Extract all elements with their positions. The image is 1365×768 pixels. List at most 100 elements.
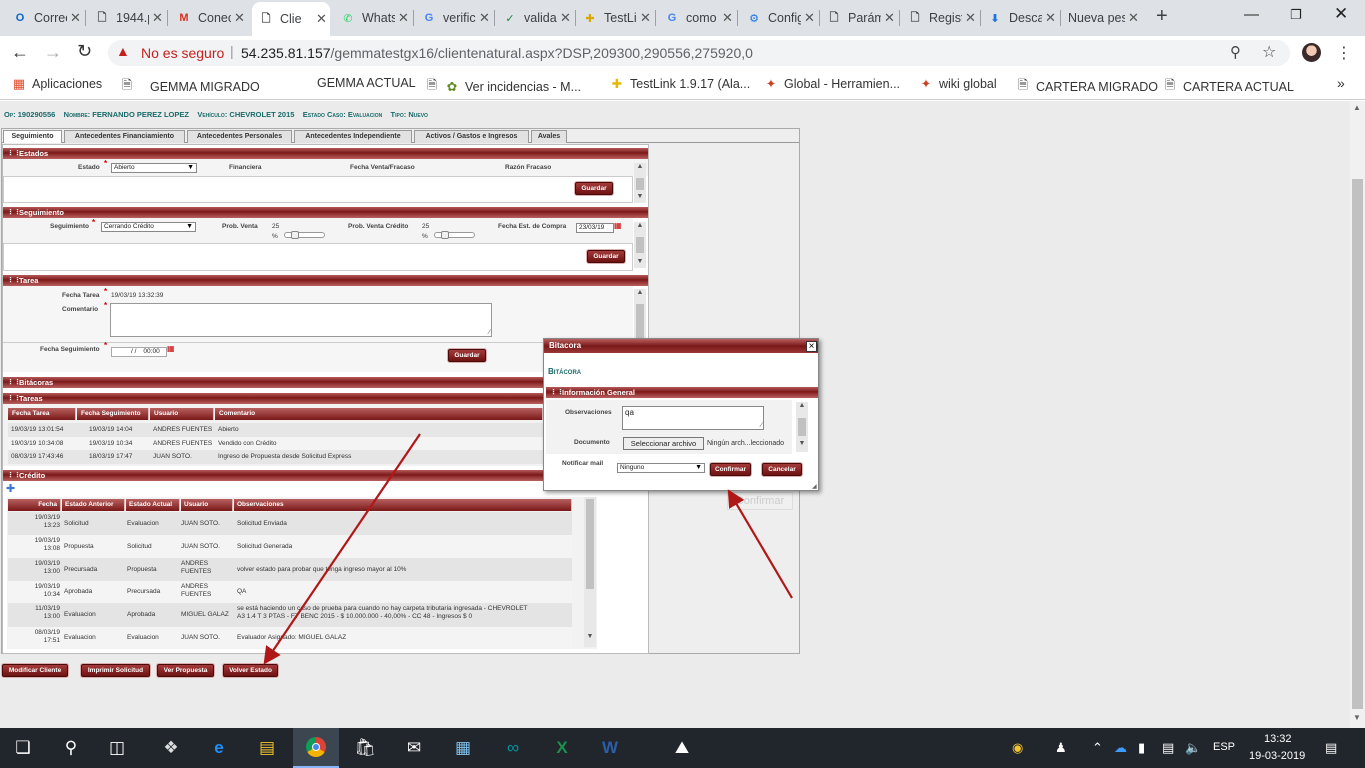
warning-icon[interactable]: ▲: [116, 43, 130, 59]
tab-close-icon[interactable]: ✕: [965, 10, 979, 26]
browser-tab[interactable]: ✆ WhatsA✕: [334, 4, 412, 32]
browser-tab[interactable]: 🗋 Paráme✕: [820, 4, 898, 32]
scroll-down-icon[interactable]: ▼: [1353, 713, 1361, 722]
maximize-icon[interactable]: ❐: [1290, 7, 1302, 23]
tab-close-icon[interactable]: ✕: [560, 10, 574, 26]
gmail-icon: M: [179, 12, 189, 24]
tab-close-icon[interactable]: ✕: [722, 10, 736, 26]
notepad-icon[interactable]: ▦: [440, 728, 486, 768]
browser-tab[interactable]: 🗋 1944.pc✕: [88, 4, 166, 32]
page-scrollbar[interactable]: ▲ ▼: [1350, 101, 1365, 728]
windows-taskbar: ❏ ⚲ ◫ ❖ e ▤ 🛍 ✉ ▦ ∞ X W ⛰ ◉ ♟ ⌃ ☁ ▮ ▤ 🔈 …: [0, 728, 1365, 768]
bookmark-label: CARTERA ACTUAL: [1183, 79, 1294, 94]
gear-icon: ⚙: [749, 12, 759, 25]
photos-icon[interactable]: ⛰: [659, 728, 705, 768]
tab-close-icon[interactable]: ✕: [1045, 10, 1059, 26]
tab-close-icon[interactable]: ✕: [479, 10, 493, 26]
tab-separator: [737, 10, 738, 26]
tab-close-icon[interactable]: ✕: [640, 10, 654, 26]
arduino-icon[interactable]: ∞: [490, 728, 536, 768]
security-label[interactable]: No es seguro: [141, 45, 224, 61]
browser-tab-strip: OCorreo✕🗋1944.pc✕MConecte✕🗋Clie✕✆WhatsA✕…: [0, 0, 1365, 36]
omnibox[interactable]: ▲ No es seguro | 54.235.81.157/gemmatest…: [108, 40, 1290, 66]
bookmarks-bar: ▦ Aplicaciones 🗎 GEMMA MIGRADO GEMMA ACTUA…: [0, 70, 1365, 100]
browser-tab[interactable]: ✚ TestLink✕: [576, 4, 654, 32]
notifications-icon[interactable]: ▤: [1325, 740, 1337, 756]
tray-chevron-icon[interactable]: ⌃: [1092, 740, 1103, 756]
store-icon[interactable]: 🛍: [342, 728, 388, 768]
url-path: /gemmatestgx16/clientenatural.aspx?DSP,2…: [330, 45, 753, 61]
bookmark-testlink[interactable]: ✚ TestLink 1.9.17 (Ala...: [610, 76, 751, 92]
browser-tab[interactable]: Nueva pesta✕: [1062, 4, 1142, 32]
bookmark-label: wiki global: [939, 76, 997, 91]
url-text[interactable]: 54.235.81.157/gemmatestgx16/clientenatur…: [241, 45, 753, 61]
word-icon[interactable]: W: [587, 728, 633, 768]
tab-close-icon[interactable]: ✕: [398, 10, 412, 26]
bookmark-cartera-actual[interactable]: 🗎 CARTERA ACTUAL: [1163, 76, 1294, 97]
people-icon[interactable]: ♟: [1055, 740, 1067, 756]
tab-title: Conecte: [198, 11, 231, 25]
reload-icon[interactable]: ↻: [77, 41, 92, 62]
clock-time[interactable]: 13:32: [1264, 733, 1292, 745]
browser-tab[interactable]: ✓ validaru✕: [496, 4, 574, 32]
bookmark-gemma-actual[interactable]: GEMMA ACTUAL: [296, 76, 416, 90]
windows-start-icon[interactable]: ❏: [0, 728, 46, 768]
tab-close-icon[interactable]: ✕: [152, 10, 166, 26]
task-view-icon[interactable]: ◫: [94, 728, 140, 768]
browser-tab[interactable]: M Conecte✕: [170, 4, 248, 32]
page-icon: 🗎: [426, 78, 438, 92]
page-icon: 🗋: [910, 11, 920, 24]
bookmark-apps[interactable]: ▦ Aplicaciones: [12, 76, 102, 92]
browser-tab[interactable]: O Correo✕: [6, 4, 84, 32]
bookmark-label: GEMMA MIGRADO: [150, 79, 260, 94]
language-indicator[interactable]: ESP: [1213, 741, 1235, 753]
tab-close-icon[interactable]: ✕: [234, 10, 248, 26]
bookmark-gemma-migrado[interactable]: 🗎 GEMMA MIGRADO: [120, 76, 260, 97]
zoom-icon[interactable]: ⚲: [1230, 43, 1241, 61]
tab-close-icon[interactable]: ✕: [884, 10, 898, 26]
forward-icon[interactable]: →: [44, 42, 62, 63]
bookmark-global[interactable]: ✦ Global - Herramien...: [764, 76, 900, 92]
bookmarks-overflow[interactable]: »: [1337, 75, 1345, 91]
url-host: 54.235.81.157: [241, 45, 331, 61]
minimize-icon[interactable]: —: [1244, 6, 1259, 23]
browser-tab[interactable]: Gcomo a✕: [658, 4, 736, 32]
tab-separator: [899, 10, 900, 26]
tab-close-icon[interactable]: ✕: [804, 10, 818, 26]
browser-tab[interactable]: Gverificar✕: [415, 4, 493, 32]
tab-title: WhatsA: [362, 11, 395, 25]
profile-avatar[interactable]: [1302, 43, 1321, 62]
browser-tab[interactable]: ⬇ Descarg✕: [981, 4, 1059, 32]
dropbox-icon[interactable]: ❖: [148, 728, 194, 768]
bookmark-ver-incidencias[interactable]: 🗎 ✿ Ver incidencias - M...: [425, 76, 581, 97]
scroll-thumb[interactable]: [1352, 179, 1363, 709]
battery-icon[interactable]: ▮: [1138, 740, 1145, 756]
mail-icon[interactable]: ✉: [391, 728, 437, 768]
browser-tab[interactable]: ⚙ Configu✕: [740, 4, 818, 32]
scroll-up-icon[interactable]: ▲: [1353, 103, 1361, 112]
help-icon[interactable]: ◉: [1012, 740, 1023, 756]
bookmark-cartera-migrado[interactable]: 🗎 CARTERA MIGRADO: [1016, 76, 1158, 97]
clock-date[interactable]: 19-03-2019: [1249, 750, 1305, 762]
file-explorer-icon[interactable]: ▤: [244, 728, 290, 768]
bookmark-wiki-global[interactable]: ✦ wiki global: [919, 76, 997, 92]
tab-separator: [655, 10, 656, 26]
chrome-icon[interactable]: [293, 728, 339, 768]
new-tab-button[interactable]: +: [1156, 5, 1168, 28]
menu-icon[interactable]: ⋮: [1336, 43, 1352, 63]
search-icon[interactable]: ⚲: [48, 728, 94, 768]
tab-close-icon[interactable]: ✕: [1128, 10, 1142, 26]
browser-tab[interactable]: 🗋 Clie ✕: [252, 2, 330, 36]
onedrive-icon[interactable]: ☁: [1114, 740, 1127, 756]
edge-icon[interactable]: e: [196, 728, 242, 768]
tab-close-icon[interactable]: ✕: [70, 10, 84, 26]
network-icon[interactable]: ▤: [1162, 740, 1174, 756]
tab-close-icon[interactable]: ✕: [316, 11, 330, 27]
bookmark-label: TestLink 1.9.17 (Ala...: [630, 76, 751, 91]
excel-icon[interactable]: X: [539, 728, 585, 768]
star-icon[interactable]: ☆: [1262, 42, 1276, 62]
back-icon[interactable]: ←: [11, 42, 29, 63]
browser-tab[interactable]: 🗋 Registro✕: [901, 4, 979, 32]
volume-mute-icon[interactable]: 🔈: [1185, 740, 1201, 756]
close-window-icon[interactable]: ✕: [1334, 4, 1348, 24]
